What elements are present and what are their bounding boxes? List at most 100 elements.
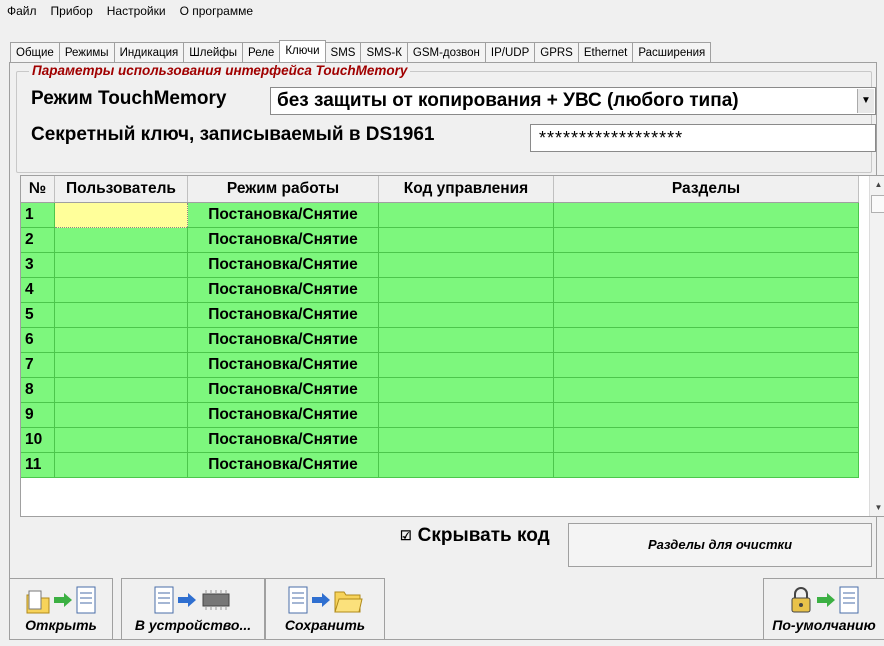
cell-user[interactable] [54,277,188,303]
cell-user[interactable] [54,377,188,403]
cell-parts[interactable] [553,202,859,228]
cell-parts[interactable] [553,402,859,428]
menu-about[interactable]: О программе [173,4,260,18]
cell-user[interactable] [54,352,188,378]
defaults-button[interactable]: По-умолчанию [763,578,884,640]
cell-code[interactable] [378,352,554,378]
cell-mode[interactable]: Постановка/Снятие [187,452,379,478]
cell-num[interactable]: 3 [21,252,55,278]
to-device-button[interactable]: В устройство... [121,578,265,640]
cell-parts[interactable] [553,302,859,328]
cell-parts[interactable] [553,377,859,403]
col-header-parts[interactable]: Разделы [553,176,859,203]
tab-indication[interactable]: Индикация [113,42,185,62]
scroll-thumb[interactable] [871,195,884,213]
cell-parts[interactable] [553,452,859,478]
save-button[interactable]: Сохранить [265,578,385,640]
tab-ip-udp[interactable]: IP/UDP [484,42,536,62]
cell-num[interactable]: 4 [21,277,55,303]
col-header-num[interactable]: № [21,176,55,203]
cell-user[interactable] [54,452,188,478]
cell-code[interactable] [378,302,554,328]
menu-file[interactable]: Файл [0,4,44,18]
secret-key-input[interactable]: ****************** [530,124,876,152]
tab-gsm-dial[interactable]: GSM-дозвон [406,42,486,62]
cell-parts[interactable] [553,252,859,278]
cell-num[interactable]: 8 [21,377,55,403]
cell-mode[interactable]: Постановка/Снятие [187,302,379,328]
cell-num[interactable]: 2 [21,227,55,253]
cell-mode[interactable]: Постановка/Снятие [187,352,379,378]
parts-clear-button[interactable]: Разделы для очистки [568,523,872,567]
cell-parts[interactable] [553,352,859,378]
cell-user[interactable] [54,252,188,278]
table-row[interactable]: 10 Постановка/Снятие [21,427,859,453]
col-header-code[interactable]: Код управления [378,176,554,203]
table-row[interactable]: 2 Постановка/Снятие [21,227,859,253]
cell-num[interactable]: 11 [21,452,55,478]
cell-code[interactable] [378,227,554,253]
table-row[interactable]: 9 Постановка/Снятие [21,402,859,428]
cell-user[interactable] [54,227,188,253]
tab-relays[interactable]: Реле [242,42,281,62]
tab-modes[interactable]: Режимы [58,42,115,62]
cell-user[interactable] [54,202,188,228]
scroll-up-icon[interactable]: ▲ [870,176,884,193]
hide-code-checkbox[interactable]: ☑ Скрывать код [400,525,550,547]
cell-num[interactable]: 6 [21,327,55,353]
cell-num[interactable]: 1 [21,202,55,228]
tab-sms-k[interactable]: SMS-К [360,42,408,62]
table-row[interactable]: 6 Постановка/Снятие [21,327,859,353]
table-row[interactable]: 7 Постановка/Снятие [21,352,859,378]
cell-mode[interactable]: Постановка/Снятие [187,402,379,428]
cell-code[interactable] [378,202,554,228]
cell-code[interactable] [378,277,554,303]
cell-mode[interactable]: Постановка/Снятие [187,327,379,353]
tab-sms[interactable]: SMS [324,42,362,62]
cell-mode[interactable]: Постановка/Снятие [187,227,379,253]
cell-user[interactable] [54,402,188,428]
chevron-down-icon[interactable]: ▼ [857,89,874,113]
cell-code[interactable] [378,427,554,453]
cell-num[interactable]: 10 [21,427,55,453]
table-row[interactable]: 3 Постановка/Снятие [21,252,859,278]
cell-user[interactable] [54,427,188,453]
cell-code[interactable] [378,252,554,278]
cell-parts[interactable] [553,227,859,253]
table-row[interactable]: 5 Постановка/Снятие [21,302,859,328]
cell-parts[interactable] [553,327,859,353]
cell-user[interactable] [54,302,188,328]
cell-mode[interactable]: Постановка/Снятие [187,427,379,453]
menu-settings[interactable]: Настройки [100,4,173,18]
cell-code[interactable] [378,402,554,428]
tab-extensions[interactable]: Расширения [632,42,712,62]
table-row[interactable]: 1 Постановка/Снятие [21,202,859,228]
cell-mode[interactable]: Постановка/Снятие [187,252,379,278]
tab-gprs[interactable]: GPRS [534,42,579,62]
checkmark-icon[interactable]: ☑ [400,528,412,544]
cell-user[interactable] [54,327,188,353]
table-row[interactable]: 8 Постановка/Снятие [21,377,859,403]
scroll-down-icon[interactable]: ▼ [870,499,884,516]
cell-num[interactable]: 9 [21,402,55,428]
vertical-scrollbar[interactable]: ▲ ▼ [869,176,884,516]
cell-mode[interactable]: Постановка/Снятие [187,377,379,403]
col-header-user[interactable]: Пользователь [54,176,188,203]
cell-num[interactable]: 7 [21,352,55,378]
table-row[interactable]: 11 Постановка/Снятие [21,452,859,478]
open-button[interactable]: Открыть [9,578,113,640]
tab-ethernet[interactable]: Ethernet [577,42,634,62]
cell-parts[interactable] [553,277,859,303]
cell-mode[interactable]: Постановка/Снятие [187,277,379,303]
cell-mode[interactable]: Постановка/Снятие [187,202,379,228]
cell-code[interactable] [378,452,554,478]
tab-loops[interactable]: Шлейфы [183,42,244,62]
cell-code[interactable] [378,377,554,403]
table-row[interactable]: 4 Постановка/Снятие [21,277,859,303]
mode-select[interactable]: без защиты от копирования + УВС (любого … [270,87,876,115]
cell-code[interactable] [378,327,554,353]
col-header-mode[interactable]: Режим работы [187,176,379,203]
cell-num[interactable]: 5 [21,302,55,328]
tab-general[interactable]: Общие [10,42,60,62]
cell-parts[interactable] [553,427,859,453]
